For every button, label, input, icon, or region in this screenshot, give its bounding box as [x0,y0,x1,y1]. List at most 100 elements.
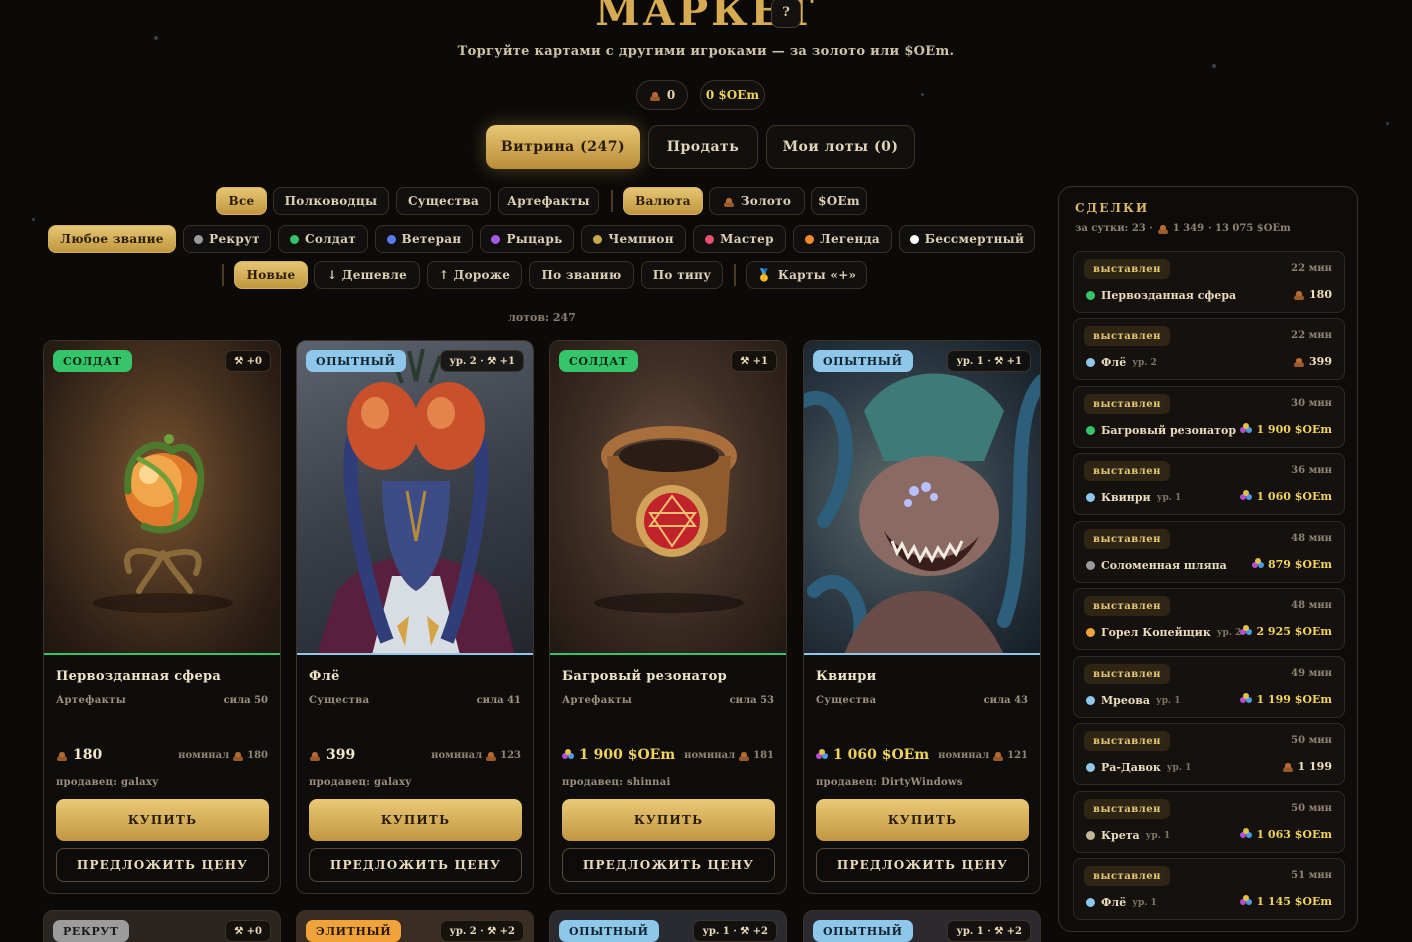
deal-time: 48 мин [1291,533,1332,544]
background-speck [1386,122,1389,125]
card-price: 1 900 $OEm [562,747,675,763]
deal-row[interactable]: выставлен 50 мин Крета ур. 1 1 063 $OEm [1073,791,1345,853]
market-card[interactable]: ОПЫТНЫЙ ур. 1 · ⚒ +1 Квинри Существа сил… [803,340,1041,894]
market-card[interactable]: ОПЫТНЫЙ ур. 1 · ⚒ +2 [549,910,787,942]
deal-price: 1 060 $OEm [1240,490,1332,503]
gold-icon [1282,761,1294,772]
deal-price: 180 [1293,288,1332,301]
filter-rank-recruit[interactable]: Рекрут [183,225,271,253]
deal-card-name-text: Флё [1101,356,1127,369]
card-nominal-value: 123 [500,750,521,761]
market-card[interactable]: СОЛДАТ ⚒ +0 Первозданная сфера Артефакты… [43,340,281,894]
filter-oem[interactable]: $OEm [811,187,867,215]
deal-row[interactable]: выставлен 48 мин Горел Копейщик ур. 2 2 925 … [1073,588,1345,650]
offer-price-button[interactable]: ПРЕДЛОЖИТЬ ЦЕНУ [816,848,1029,882]
card-artwork-fly [297,341,533,655]
deal-price: 1 199 $OEm [1240,693,1332,706]
deal-card-name-text: Багровый резонатор [1101,424,1237,437]
deal-card-name-text: Соломенная шляпа [1101,559,1227,572]
rank-dot-icon [491,234,501,244]
filter-rank-champion[interactable]: Чемпион [581,225,686,253]
filter-rank-master[interactable]: Мастер [693,225,786,253]
filter-rank-any[interactable]: Любое звание [48,225,176,253]
card-type: Существа [816,695,877,706]
deal-row[interactable]: выставлен 22 мин Первозданная сфера 180 [1073,251,1345,313]
buy-button[interactable]: КУПИТЬ [562,799,775,841]
filter-artifacts[interactable]: Артефакты [498,187,599,215]
deal-time: 22 мин [1291,330,1332,341]
tab-my-lots[interactable]: Мои лоты (0) [766,125,915,169]
card-type: Артефакты [562,695,633,706]
filter-rank-soldier[interactable]: Солдат [278,225,368,253]
deal-status-badge: выставлен [1084,529,1170,549]
rank-dot-icon [1086,493,1095,502]
filter-gold[interactable]: Золото [709,187,805,215]
filter-all[interactable]: Все [216,187,267,215]
buy-button[interactable]: КУПИТЬ [309,799,522,841]
filter-commanders[interactable]: Полководцы [273,187,389,215]
deal-card-name-text: Флё [1101,896,1127,909]
deal-row[interactable]: выставлен 48 мин Соломенная шляпа 879 $OEm [1073,521,1345,583]
filter-creatures[interactable]: Существа [396,187,491,215]
deal-row[interactable]: выставлен 51 мин Флё ур. 1 1 145 $OEm [1073,858,1345,920]
deal-row[interactable]: выставлен 36 мин Квинри ур. 1 1 060 $OEm [1073,453,1345,515]
card-artwork-quinry [804,341,1040,662]
deal-row[interactable]: выставлен 49 мин Мреова ур. 1 1 199 $OEm [1073,656,1345,718]
card-price-value: 399 [326,747,356,763]
offer-price-button[interactable]: ПРЕДЛОЖИТЬ ЦЕНУ [56,848,269,882]
deal-card-name-text: Горел Копейщик [1101,626,1211,639]
rank-dot-icon [289,234,299,244]
deals-title: СДЕЛКИ [1075,201,1150,215]
card-nominal-label: номинал [178,750,230,761]
deal-card-name: Ра-Давок ур. 1 [1086,761,1191,774]
filter-currency[interactable]: Валюта [623,187,703,215]
card-nominal: номинал 181 [684,750,774,761]
filter-rank-legend[interactable]: Легенда [793,225,892,253]
filter-rank-knight[interactable]: Рыцарь [480,225,574,253]
background-speck [921,93,924,96]
rank-dot-icon [1086,763,1095,772]
deal-status-badge: выставлен [1084,461,1170,481]
sort-separator [734,264,736,286]
buy-button[interactable]: КУПИТЬ [816,799,1029,841]
deal-card-level: ур. 1 [1166,762,1192,773]
deal-status-badge: выставлен [1084,326,1170,346]
sort-by-rank[interactable]: По званию [529,261,634,289]
deal-row[interactable]: выставлен 22 мин Флё ур. 2 399 [1073,318,1345,380]
card-seller: продавец: DirtyWindows [816,777,963,788]
sort-by-type[interactable]: По типу [641,261,723,289]
buy-button[interactable]: КУПИТЬ [56,799,269,841]
offer-price-button[interactable]: ПРЕДЛОЖИТЬ ЦЕНУ [562,848,775,882]
filter-rank-veteran[interactable]: Ветеран [375,225,473,253]
rank-dot-icon [805,234,815,244]
sort-cheaper[interactable]: ↓ Дешевле [314,261,420,289]
oem-icon [1240,895,1252,907]
deal-card-name-text: Квинри [1101,491,1151,504]
help-button[interactable]: ? [771,0,801,28]
offer-price-button[interactable]: ПРЕДЛОЖИТЬ ЦЕНУ [309,848,522,882]
filter-gold-label: Золото [740,194,792,208]
market-card[interactable]: ЭЛИТНЫЙ ур. 2 · ⚒ +2 [296,910,534,942]
market-card[interactable]: СОЛДАТ ⚒ +1 Багровый резонатор Артефакты… [549,340,787,894]
tab-showcase[interactable]: Витрина (247) [486,125,640,169]
deal-card-name: Квинри ур. 1 [1086,491,1181,504]
market-card[interactable]: ОПЫТНЫЙ ур. 2 · ⚒ +1 Флё Существа сила 4… [296,340,534,894]
card-level-badge: ур. 1 · ⚒ +1 [947,350,1031,372]
deal-card-name-text: Ра-Давок [1101,761,1161,774]
medal-icon: 🥇 [756,268,772,282]
sort-pricier[interactable]: ↑ Дороже [427,261,522,289]
card-rank-line [550,653,786,655]
deal-status-badge: выставлен [1084,799,1170,819]
filter-rank-immortal[interactable]: Бессмертный [899,225,1035,253]
market-card[interactable]: ОПЫТНЫЙ ур. 1 · ⚒ +2 [803,910,1041,942]
market-card[interactable]: РЕКРУТ ⚒ +0 [43,910,281,942]
deal-price: 1 900 $OEm [1240,423,1332,436]
sort-newest[interactable]: Новые [234,261,308,289]
filter-plus-cards[interactable]: 🥇 Карты «+» [746,261,867,289]
tab-sell[interactable]: Продать [648,125,758,169]
deal-status-badge: выставлен [1084,866,1170,886]
rank-dot-icon [909,234,919,244]
filter-rank-label: Рекрут [209,232,260,246]
deal-row[interactable]: выставлен 50 мин Ра-Давок ур. 1 1 199 [1073,723,1345,785]
deal-row[interactable]: выставлен 30 мин Багровый резонатор 1 900 $… [1073,386,1345,448]
